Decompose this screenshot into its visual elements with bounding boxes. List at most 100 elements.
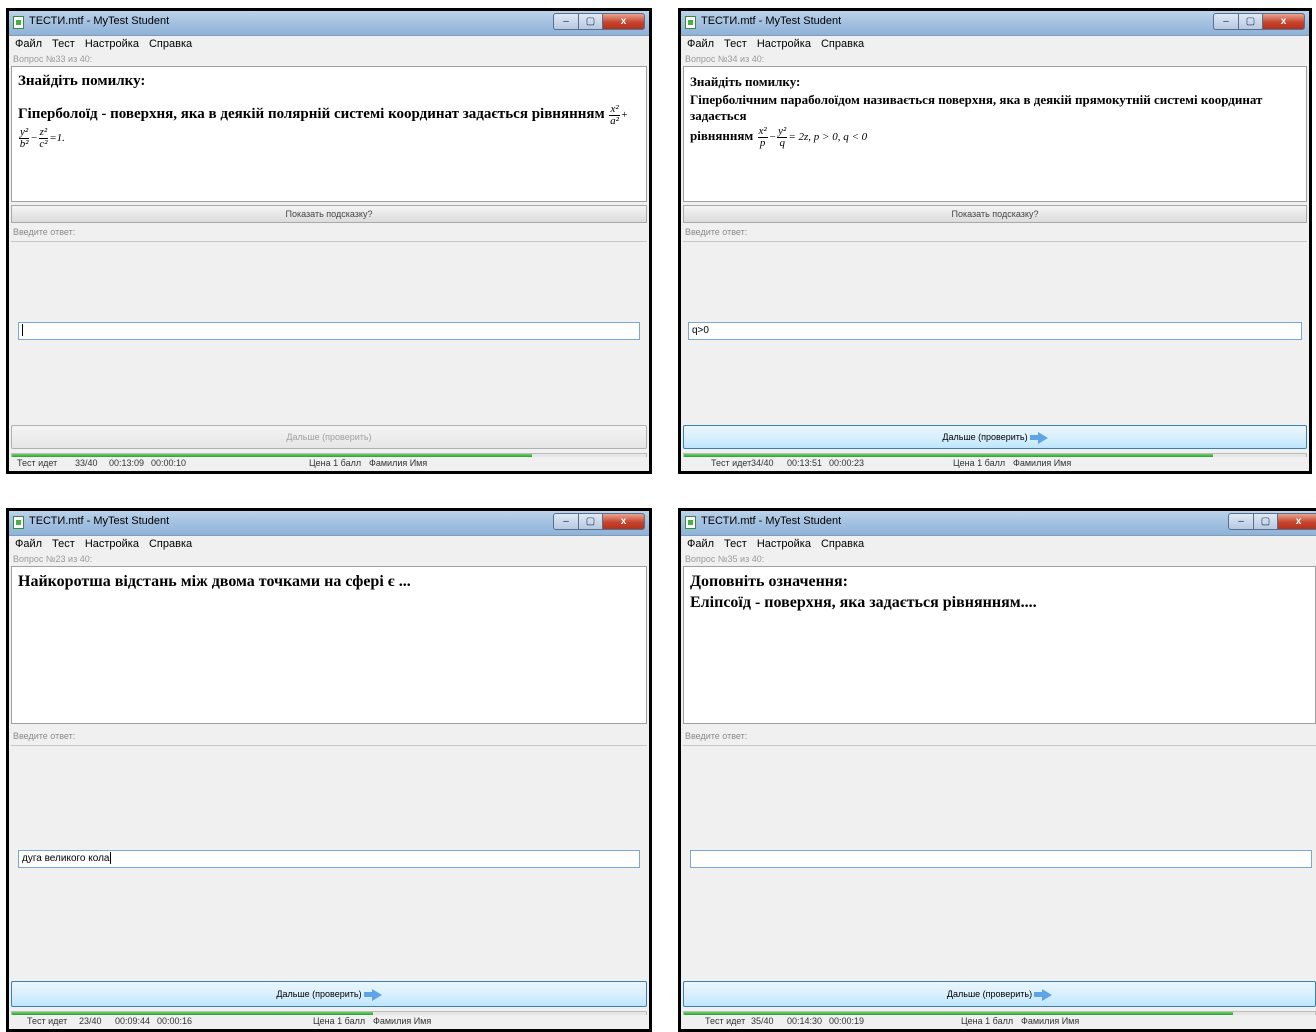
menu-test[interactable]: Тест xyxy=(52,538,75,550)
close-button[interactable]: x xyxy=(1263,13,1305,30)
total-time: 00:13:51 xyxy=(787,458,823,468)
close-button[interactable]: x xyxy=(603,513,645,530)
question-panel: Доповніть означення: Еліпсоїд - поверхня… xyxy=(683,566,1316,724)
question-panel: Знайдіть помилку: Гіперболічним параболо… xyxy=(683,66,1307,202)
answer-area xyxy=(683,745,1316,982)
answer-area xyxy=(11,241,647,420)
menu-settings[interactable]: Настройка xyxy=(757,538,811,550)
question-counter: 34/40 xyxy=(751,458,774,468)
minimize-button[interactable]: – xyxy=(1228,513,1254,530)
question-time: 00:00:16 xyxy=(157,1016,193,1026)
question-panel: Найкоротша відстань між двома точками на… xyxy=(11,566,647,724)
close-button[interactable]: x xyxy=(603,13,645,30)
arrow-right-icon xyxy=(1029,435,1038,441)
window-title: ТЕСТИ.mtf - MyTest Student xyxy=(29,515,170,527)
question-time: 00:00:10 xyxy=(151,458,187,468)
next-check-button[interactable]: Дальше (проверить) xyxy=(683,425,1307,449)
menu-settings[interactable]: Настройка xyxy=(757,38,811,50)
menu-help[interactable]: Справка xyxy=(821,38,864,50)
answer-input[interactable] xyxy=(690,850,1312,868)
question-heading: Знайдіть помилку: xyxy=(690,74,801,89)
question-counter: 35/40 xyxy=(751,1016,774,1026)
equation: x² p − y² q = 2z, p > 0, q < 0 xyxy=(757,125,868,149)
menu-help[interactable]: Справка xyxy=(821,538,864,550)
question-heading: Знайдіть помилку: xyxy=(18,73,146,89)
status-state: Тест идет xyxy=(17,458,58,468)
status-bar: Тест идет 35/40 00:14:30 00:00:19 Цена 1… xyxy=(681,1015,1316,1029)
arrow-right-icon xyxy=(1034,992,1043,998)
close-button[interactable]: x xyxy=(1278,513,1316,530)
maximize-button[interactable]: ▢ xyxy=(1254,513,1278,530)
show-hint-button[interactable]: Показать подсказку? xyxy=(683,205,1307,223)
answer-label: Введите ответ: xyxy=(685,731,748,741)
question-text: Найкоротша відстань між двома точками на… xyxy=(18,573,411,590)
minimize-button[interactable]: – xyxy=(553,13,579,30)
question-time: 00:00:23 xyxy=(829,458,865,468)
next-check-button[interactable]: Дальше (проверить) xyxy=(11,981,647,1007)
student-name: Фамилия Имя xyxy=(1021,1016,1080,1026)
maximize-button[interactable]: ▢ xyxy=(1239,13,1263,30)
next-check-button[interactable]: Дальше (проверить) xyxy=(11,425,647,449)
question-number: Вопрос №35 из 40: xyxy=(685,554,765,564)
minimize-button[interactable]: – xyxy=(1213,13,1239,30)
next-check-button[interactable]: Дальше (проверить) xyxy=(683,981,1316,1007)
student-name: Фамилия Имя xyxy=(373,1016,432,1026)
test-window-1: ТЕСТИ.mtf - MyTest Student – ▢ x Файл Тес… xyxy=(6,8,652,474)
price-label: Цена 1 балл xyxy=(313,1016,366,1026)
menu-help[interactable]: Справка xyxy=(149,538,192,550)
menu-file[interactable]: Файл xyxy=(15,538,42,550)
question-time: 00:00:19 xyxy=(829,1016,865,1026)
menu-settings[interactable]: Настройка xyxy=(85,38,139,50)
student-name: Фамилия Имя xyxy=(369,458,428,468)
menu-file[interactable]: Файл xyxy=(687,38,714,50)
window-title: ТЕСТИ.mtf - MyTest Student xyxy=(29,15,170,27)
question-heading: Доповніть означення: xyxy=(690,573,849,590)
question-number: Вопрос №23 из 40: xyxy=(13,554,93,564)
minimize-button[interactable]: – xyxy=(553,513,579,530)
student-name: Фамилия Имя xyxy=(1013,458,1072,468)
maximize-button[interactable]: ▢ xyxy=(579,513,603,530)
status-state: Тест идет xyxy=(27,1016,68,1026)
menu-file[interactable]: Файл xyxy=(687,538,714,550)
total-time: 00:09:44 xyxy=(115,1016,151,1026)
menu-test[interactable]: Тест xyxy=(724,38,747,50)
answer-label: Введите ответ: xyxy=(13,731,76,741)
menu-help[interactable]: Справка xyxy=(149,38,192,50)
text-caret xyxy=(22,324,23,337)
answer-area: q>0 xyxy=(683,241,1307,420)
title-bar: ТЕСТИ.mtf - MyTest Student – ▢ x xyxy=(9,11,649,36)
show-hint-button[interactable]: Показать подсказку? xyxy=(11,205,647,223)
answer-label: Введите ответ: xyxy=(685,227,748,237)
menu-bar: Файл Тест Настройка Справка xyxy=(681,536,1316,552)
question-number: Вопрос №34 из 40: xyxy=(685,54,765,64)
answer-area: дуга великого кола xyxy=(11,745,647,982)
question-number: Вопрос №33 из 40: xyxy=(13,54,93,64)
question-text: Еліпсоїд - поверхня, яка задається рівня… xyxy=(690,594,1037,611)
menu-bar: Файл Тест Настройка Справка xyxy=(9,536,649,552)
answer-input[interactable]: q>0 xyxy=(688,322,1302,340)
window-title: ТЕСТИ.mtf - MyTest Student xyxy=(701,515,842,527)
status-bar: Тест идет 34/40 00:13:51 00:00:23 Цена 1… xyxy=(681,457,1309,471)
status-state: Тест идет xyxy=(705,1016,746,1026)
app-icon xyxy=(685,16,696,29)
answer-input[interactable]: дуга великого кола xyxy=(18,850,640,868)
question-text: Гіперболічним параболоїдом називається п… xyxy=(690,92,1263,123)
menu-settings[interactable]: Настройка xyxy=(85,538,139,550)
menu-test[interactable]: Тест xyxy=(724,538,747,550)
maximize-button[interactable]: ▢ xyxy=(579,13,603,30)
answer-input[interactable] xyxy=(18,322,640,340)
menu-test[interactable]: Тест xyxy=(52,38,75,50)
text-caret xyxy=(109,852,111,865)
status-state: Тест идет xyxy=(711,458,752,468)
answer-label: Введите ответ: xyxy=(13,227,76,237)
menu-file[interactable]: Файл xyxy=(15,38,42,50)
price-label: Цена 1 балл xyxy=(953,458,1006,468)
app-icon xyxy=(13,16,24,29)
question-panel: Знайдіть помилку: Гіперболоїд - поверхня… xyxy=(11,66,647,202)
title-bar: ТЕСТИ.mtf - MyTest Student – ▢ x xyxy=(681,511,1316,536)
question-text: Гіперболоїд - поверхня, яка в деякій пол… xyxy=(18,106,605,123)
question-counter: 23/40 xyxy=(79,1016,102,1026)
question-counter: 33/40 xyxy=(75,458,98,468)
menu-bar: Файл Тест Настройка Справка xyxy=(681,36,1309,52)
test-window-3: ТЕСТИ.mtf - MyTest Student – ▢ x Файл Тес… xyxy=(6,508,652,1032)
